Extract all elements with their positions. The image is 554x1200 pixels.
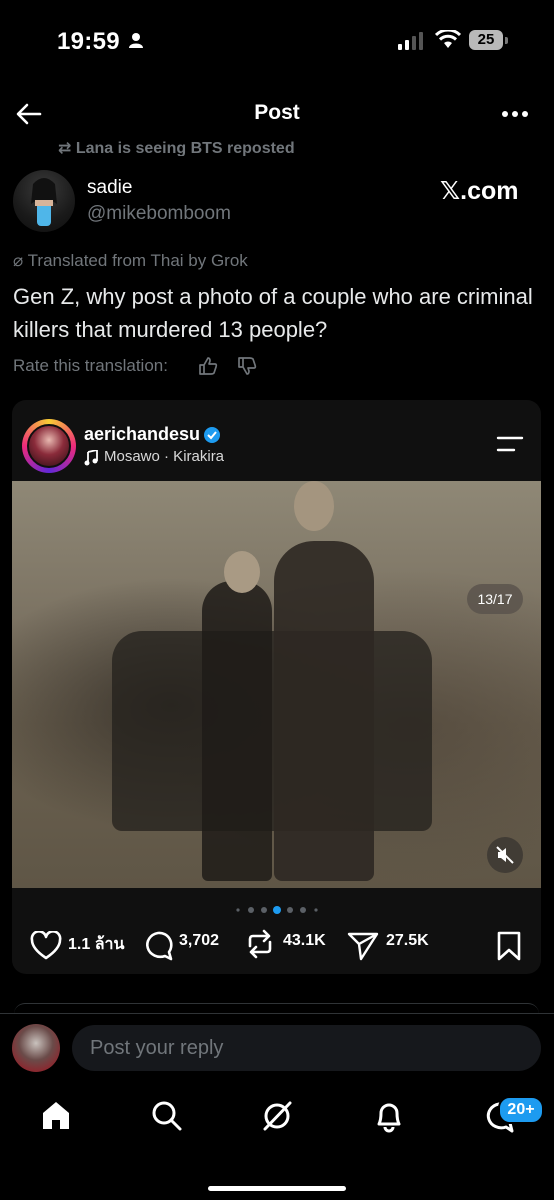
signal-icon: [398, 32, 423, 50]
photo-head-man: [294, 481, 334, 531]
photo-man: [274, 541, 374, 881]
send-icon[interactable]: [347, 931, 379, 961]
carousel-dot: [314, 908, 318, 912]
reply-input[interactable]: [72, 1025, 541, 1071]
wifi-icon: [435, 30, 461, 48]
share-count[interactable]: 27.5K: [386, 932, 429, 950]
battery-indicator: 25: [469, 30, 503, 50]
my-avatar[interactable]: [12, 1024, 60, 1072]
grok-icon: ⌀: [13, 251, 28, 270]
carousel-dot: [300, 907, 306, 913]
repost-text: Lana is seeing BTS reposted: [75, 140, 295, 156]
carousel-dot: [287, 907, 293, 913]
bookmark-icon[interactable]: [496, 931, 522, 961]
grok-icon[interactable]: [259, 1098, 295, 1134]
author-name[interactable]: sadie: [87, 177, 132, 199]
battery-nub: [505, 37, 508, 44]
comment-count[interactable]: 3,702: [179, 932, 219, 950]
embed-avatar[interactable]: [27, 424, 71, 468]
photo-counter: 13/17: [467, 584, 523, 614]
photo-car: [112, 631, 432, 831]
music-note-icon: [84, 450, 98, 466]
repost-icon[interactable]: [246, 928, 274, 960]
translation-label: ⌀ Translated from Thai by Grok: [13, 251, 248, 271]
embed-music[interactable]: Mosawo · Kirakira: [104, 448, 224, 465]
author-avatar[interactable]: [13, 170, 75, 232]
photo-woman: [202, 581, 272, 881]
like-count[interactable]: 1.1 ล้าน: [68, 932, 124, 957]
repost-indicator: ⇄ Lana is seeing BTS reposted: [58, 138, 295, 156]
verified-icon: [204, 427, 220, 443]
home-icon[interactable]: [38, 1098, 74, 1134]
thumb-up-icon[interactable]: [198, 356, 218, 376]
comment-icon[interactable]: [142, 930, 174, 962]
mute-button[interactable]: [487, 837, 523, 873]
photo-head-woman: [224, 551, 260, 593]
embed-username[interactable]: aerichandesu: [84, 424, 200, 445]
page-title: Post: [254, 101, 300, 124]
author-handle[interactable]: @mikebomboom: [87, 203, 231, 225]
more-icon[interactable]: [498, 104, 532, 124]
heart-icon[interactable]: [30, 931, 62, 961]
messages-badge: 20+: [498, 1096, 544, 1124]
carousel-dot: [236, 908, 240, 912]
source-label: 𝕏.com: [440, 177, 519, 205]
translation-text: Translated from Thai by Grok: [27, 251, 248, 270]
post-photo[interactable]: 13/17: [12, 481, 541, 888]
repost-icon: ⇄: [58, 140, 76, 156]
carousel-dots: [236, 906, 318, 914]
bell-icon[interactable]: [371, 1098, 407, 1134]
status-time: 19:59: [57, 28, 120, 55]
search-icon[interactable]: [149, 1098, 185, 1134]
person-icon: [129, 33, 143, 48]
rate-translation-label: Rate this translation:: [13, 356, 168, 375]
carousel-dot: [248, 907, 254, 913]
carousel-dot-active: [273, 906, 281, 914]
menu-icon[interactable]: [496, 435, 524, 453]
carousel-dot: [261, 907, 267, 913]
repost-count[interactable]: 43.1K: [283, 932, 326, 950]
reply-divider: [0, 1013, 554, 1014]
post-text: Gen Z, why post a photo of a couple who …: [13, 284, 533, 342]
mute-icon: [496, 846, 514, 864]
embedded-media-card[interactable]: aerichandesu Mosawo · Kirakira 13/17 1.1…: [12, 400, 541, 974]
home-indicator: [208, 1186, 346, 1191]
thumb-down-icon[interactable]: [237, 356, 257, 376]
